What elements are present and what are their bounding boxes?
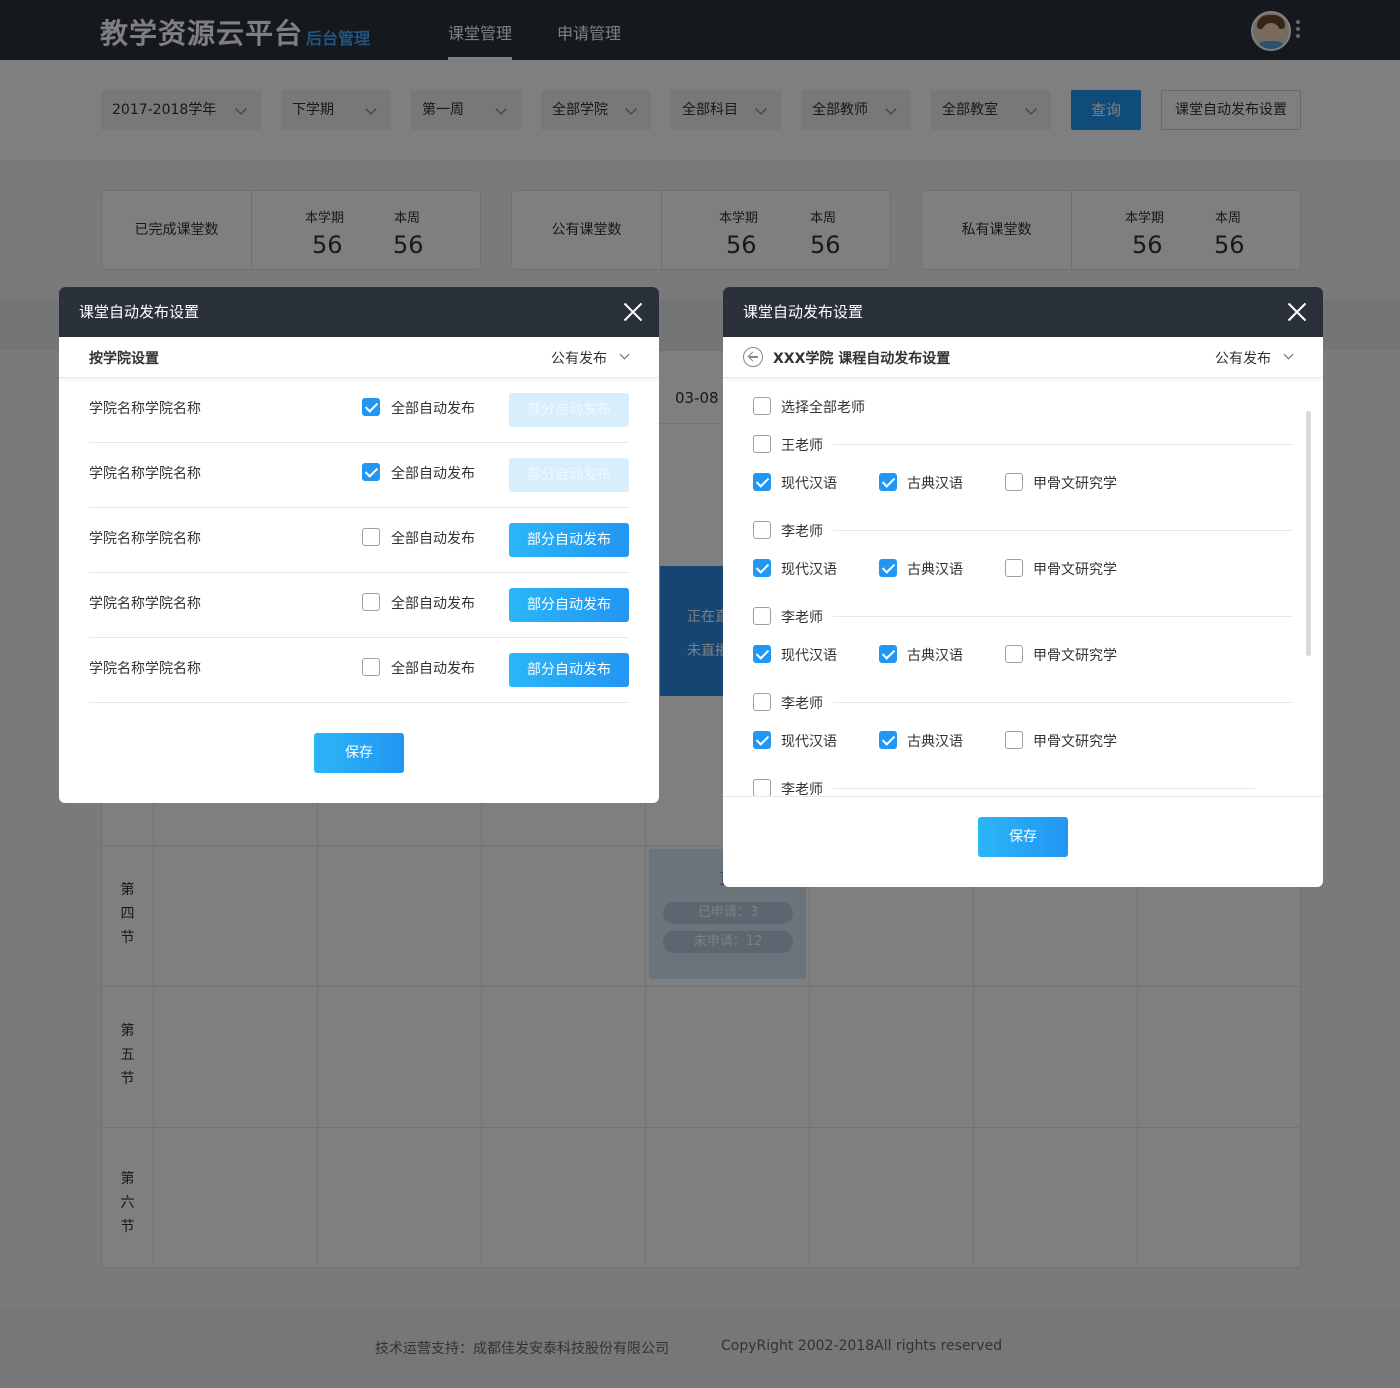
- teacher-course-list: 选择全部老师 王老师 现代汉语 古典汉语 甲骨文研究学 李老师 现代汉语 古典汉语 甲骨文研究…: [723, 378, 1323, 796]
- teacher-name: 李老师: [781, 782, 823, 796]
- teacher-checkbox[interactable]: [753, 435, 771, 453]
- all-auto-publish-checkbox[interactable]: [362, 463, 380, 481]
- teacher-name: 李老师: [781, 524, 823, 540]
- course-checkbox[interactable]: [1005, 731, 1023, 749]
- college-row: 学院名称学院名称 全部自动发布 部分自动发布: [89, 573, 629, 638]
- divider: [833, 530, 1293, 531]
- close-icon[interactable]: [623, 302, 643, 322]
- course-name: 现代汉语: [781, 476, 837, 492]
- chevron-down-icon[interactable]: [1283, 349, 1294, 360]
- teacher-name: 李老师: [781, 610, 823, 626]
- college-name: 学院名称学院名称: [89, 401, 201, 417]
- course-name: 古典汉语: [907, 476, 963, 492]
- close-icon[interactable]: [1287, 302, 1307, 322]
- all-auto-publish-label: 全部自动发布: [391, 596, 475, 612]
- all-auto-publish-checkbox[interactable]: [362, 593, 380, 611]
- course-checkbox[interactable]: [1005, 473, 1023, 491]
- teacher-checkbox[interactable]: [753, 693, 771, 711]
- publish-mode-select[interactable]: 公有发布: [551, 348, 607, 368]
- save-button[interactable]: 保存: [978, 817, 1068, 857]
- divider: [833, 788, 1255, 789]
- course-checkbox[interactable]: [879, 645, 897, 663]
- course-name: 现代汉语: [781, 734, 837, 750]
- college-row: 学院名称学院名称 全部自动发布 部分自动发布: [89, 378, 629, 443]
- course-name: 甲骨文研究学: [1033, 734, 1117, 750]
- save-button[interactable]: 保存: [314, 733, 404, 773]
- course-name: 甲骨文研究学: [1033, 476, 1117, 492]
- college-auto-publish-modal: 课堂自动发布设置 按学院设置 公有发布 学院名称学院名称 全部自动发布 部分自动发布…: [59, 287, 659, 803]
- teacher-checkbox[interactable]: [753, 521, 771, 539]
- divider: [833, 444, 1293, 445]
- modal-subheader: 按学院设置 公有发布: [59, 337, 659, 378]
- course-name: 古典汉语: [907, 734, 963, 750]
- course-checkbox[interactable]: [753, 559, 771, 577]
- college-name: 学院名称学院名称: [89, 661, 201, 677]
- college-name: 学院名称学院名称: [89, 466, 201, 482]
- college-row: 学院名称学院名称 全部自动发布 部分自动发布: [89, 508, 629, 573]
- publish-mode-select[interactable]: 公有发布: [1215, 348, 1271, 368]
- teacher-checkbox[interactable]: [753, 779, 771, 796]
- modal-header: 课堂自动发布设置: [59, 287, 659, 337]
- partial-auto-publish-button[interactable]: 部分自动发布: [509, 588, 629, 622]
- teacher-name: 王老师: [781, 438, 823, 454]
- course-auto-publish-modal: 课堂自动发布设置 XXX学院 课程自动发布设置 公有发布 选择全部老师 王老师现…: [723, 287, 1323, 887]
- scrollbar[interactable]: [1306, 411, 1311, 656]
- modal-subheader: XXX学院 课程自动发布设置 公有发布: [723, 337, 1323, 378]
- all-auto-publish-checkbox[interactable]: [362, 528, 380, 546]
- course-checkbox[interactable]: [753, 645, 771, 663]
- college-name: 学院名称学院名称: [89, 531, 201, 547]
- course-name: 古典汉语: [907, 648, 963, 664]
- all-auto-publish-label: 全部自动发布: [391, 401, 475, 417]
- teacher-checkbox[interactable]: [753, 607, 771, 625]
- chevron-down-icon[interactable]: [619, 349, 630, 360]
- modal-title: 课堂自动发布设置: [79, 303, 200, 321]
- course-checkbox[interactable]: [879, 731, 897, 749]
- course-checkbox[interactable]: [1005, 645, 1023, 663]
- partial-auto-publish-button[interactable]: 部分自动发布: [509, 393, 629, 427]
- back-arrow-icon[interactable]: [743, 347, 763, 367]
- course-name: 甲骨文研究学: [1033, 648, 1117, 664]
- partial-auto-publish-button[interactable]: 部分自动发布: [509, 523, 629, 557]
- partial-auto-publish-button[interactable]: 部分自动发布: [509, 458, 629, 492]
- all-auto-publish-label: 全部自动发布: [391, 531, 475, 547]
- college-row: 学院名称学院名称 全部自动发布 部分自动发布: [89, 443, 629, 508]
- course-checkbox[interactable]: [1005, 559, 1023, 577]
- divider: [833, 616, 1293, 617]
- all-auto-publish-checkbox[interactable]: [362, 658, 380, 676]
- course-name: 古典汉语: [907, 562, 963, 578]
- college-row: 学院名称学院名称 全部自动发布 部分自动发布: [89, 638, 629, 703]
- course-name: 甲骨文研究学: [1033, 562, 1117, 578]
- select-all-label: 选择全部老师: [781, 400, 865, 416]
- teacher-name: 李老师: [781, 696, 823, 712]
- partial-auto-publish-button[interactable]: 部分自动发布: [509, 653, 629, 687]
- course-checkbox[interactable]: [879, 559, 897, 577]
- modal-header: 课堂自动发布设置: [723, 287, 1323, 337]
- course-name: 现代汉语: [781, 562, 837, 578]
- course-checkbox[interactable]: [879, 473, 897, 491]
- all-auto-publish-label: 全部自动发布: [391, 661, 475, 677]
- modal-subtitle: 按学院设置: [89, 351, 159, 367]
- course-name: 现代汉语: [781, 648, 837, 664]
- course-checkbox[interactable]: [753, 473, 771, 491]
- all-auto-publish-label: 全部自动发布: [391, 466, 475, 482]
- select-all-checkbox[interactable]: [753, 397, 771, 415]
- college-name: 学院名称学院名称: [89, 596, 201, 612]
- course-checkbox[interactable]: [753, 731, 771, 749]
- modal-subtitle: XXX学院 课程自动发布设置: [773, 351, 951, 367]
- divider: [833, 702, 1293, 703]
- all-auto-publish-checkbox[interactable]: [362, 398, 380, 416]
- modal-title: 课堂自动发布设置: [743, 303, 864, 321]
